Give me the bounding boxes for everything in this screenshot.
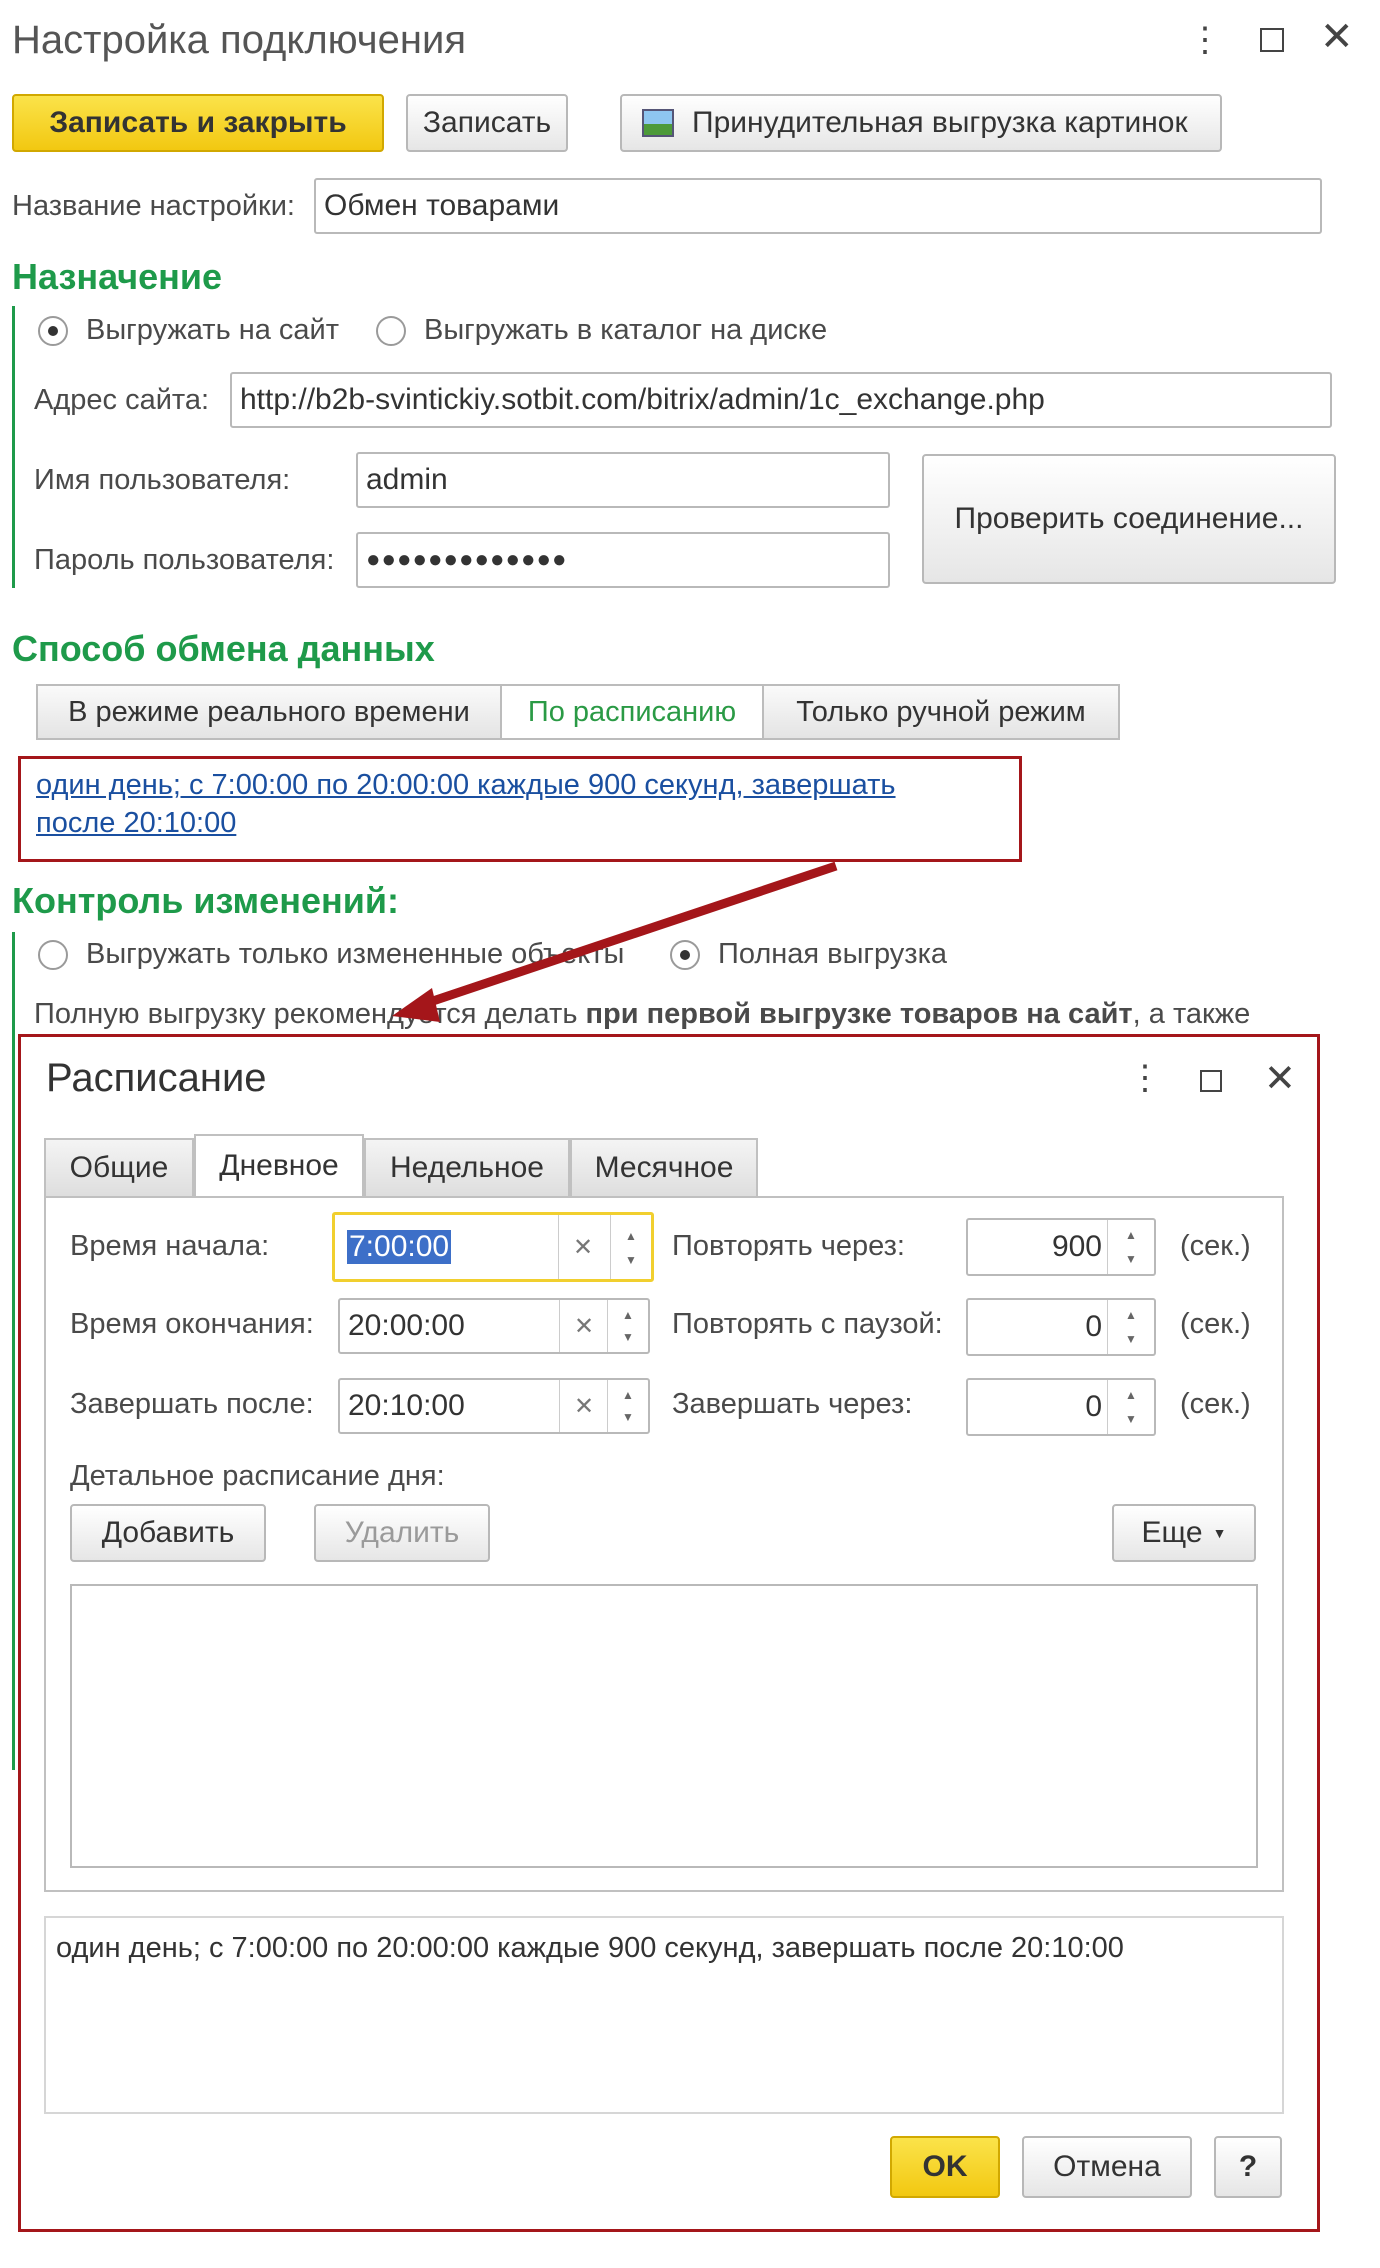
clear-icon[interactable]: ✕	[559, 1300, 608, 1352]
clear-icon[interactable]: ✕	[559, 1380, 608, 1432]
detail-schedule-label: Детальное расписание дня:	[70, 1460, 445, 1492]
help-button[interactable]: ?	[1214, 2136, 1282, 2198]
detail-schedule-list[interactable]	[70, 1584, 1258, 1868]
dialog-tab-daily[interactable]: Дневное	[194, 1134, 364, 1196]
dialog-tab-weekly[interactable]: Недельное	[364, 1138, 570, 1196]
pause-value: 0	[1085, 1310, 1102, 1343]
spin-arrows-icon[interactable]: ▲ ▼	[607, 1380, 648, 1432]
spin-arrows-icon[interactable]: ▲ ▼	[610, 1215, 651, 1279]
dialog-tab-monthly[interactable]: Месячное	[570, 1138, 758, 1196]
dropdown-arrow-icon: ▼	[1212, 1525, 1227, 1541]
cancel-button[interactable]: Отмена	[1022, 2136, 1192, 2198]
start-time-label: Время начала:	[70, 1230, 270, 1262]
schedule-summary: один день; с 7:00:00 по 20:00:00 каждые …	[44, 1916, 1284, 2114]
pause-label: Повторять с паузой:	[672, 1308, 943, 1340]
spin-arrows-icon[interactable]: ▲ ▼	[1107, 1380, 1154, 1434]
more-button[interactable]: Еще ▼	[1112, 1504, 1256, 1562]
finish-in-value: 0	[1085, 1390, 1102, 1423]
finish-after-value: 20:10:00	[348, 1389, 465, 1422]
more-label: Еще	[1141, 1516, 1203, 1549]
unit-label: (сек.)	[1180, 1308, 1251, 1340]
finish-in-input[interactable]: 0 ▲ ▼	[966, 1378, 1156, 1436]
ok-button[interactable]: OK	[890, 2136, 1000, 2198]
spin-arrows-icon[interactable]: ▲ ▼	[1107, 1220, 1154, 1274]
finish-after-label: Завершать после:	[70, 1388, 314, 1420]
finish-in-label: Завершать через:	[672, 1388, 913, 1420]
dialog-title: Расписание	[46, 1056, 267, 1100]
start-time-input[interactable]: 7:00:00 ✕ ▲ ▼	[332, 1212, 654, 1282]
start-time-value: 7:00:00	[347, 1230, 452, 1264]
unit-label: (сек.)	[1180, 1388, 1251, 1420]
end-time-label: Время окончания:	[70, 1308, 314, 1340]
spin-arrows-icon[interactable]: ▲ ▼	[607, 1300, 648, 1352]
repeat-input[interactable]: 900 ▲ ▼	[966, 1218, 1156, 1276]
spin-arrows-icon[interactable]: ▲ ▼	[1107, 1300, 1154, 1354]
unit-label: (сек.)	[1180, 1230, 1251, 1262]
dialog-tab-general[interactable]: Общие	[44, 1138, 194, 1196]
pause-input[interactable]: 0 ▲ ▼	[966, 1298, 1156, 1356]
dialog-maximize-icon[interactable]	[1200, 1070, 1222, 1092]
dialog-close-icon[interactable]: ✕	[1264, 1056, 1296, 1101]
finish-after-input[interactable]: 20:10:00 ✕ ▲ ▼	[338, 1378, 650, 1434]
add-button[interactable]: Добавить	[70, 1504, 266, 1562]
dialog-more-icon[interactable]: ⋮	[1128, 1058, 1162, 1098]
end-time-value: 20:00:00	[348, 1309, 465, 1342]
delete-button[interactable]: Удалить	[314, 1504, 490, 1562]
end-time-input[interactable]: 20:00:00 ✕ ▲ ▼	[338, 1298, 650, 1354]
repeat-value: 900	[1051, 1230, 1102, 1263]
repeat-label: Повторять через:	[672, 1230, 905, 1262]
clear-icon[interactable]: ✕	[558, 1215, 607, 1279]
